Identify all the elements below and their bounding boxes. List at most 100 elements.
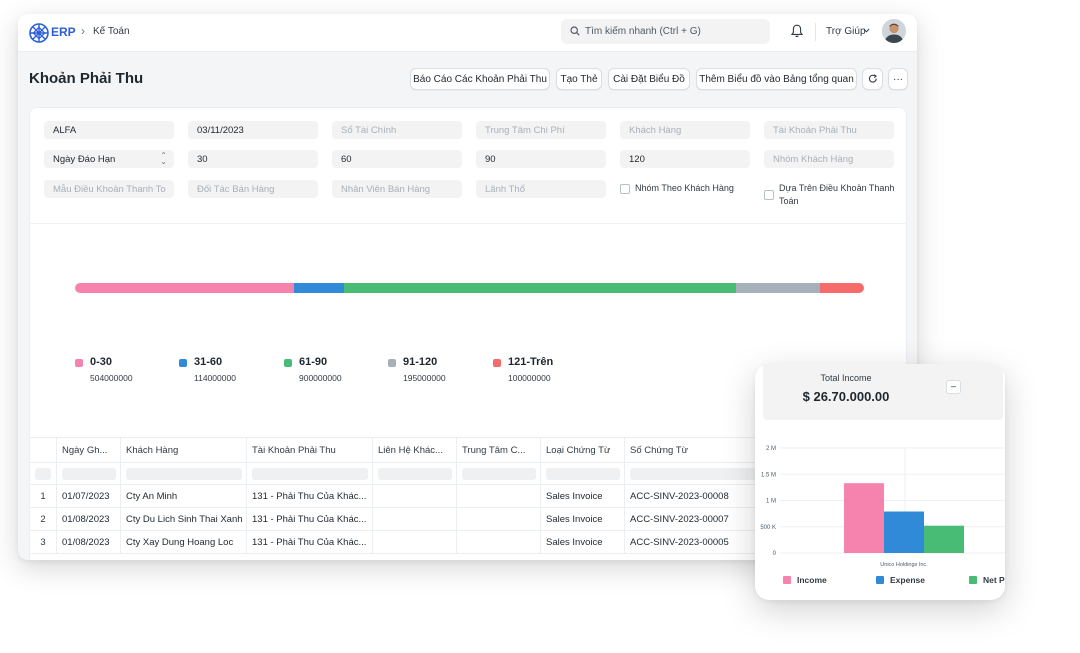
filter-cell xyxy=(372,463,456,485)
legend-color-swatch xyxy=(876,576,884,584)
ageing-segment[interactable] xyxy=(735,283,821,293)
income-chart-bar[interactable] xyxy=(924,525,964,553)
row-number-header xyxy=(30,438,56,464)
x-category-label: Unico Holdings Inc. xyxy=(880,562,928,568)
table-cell xyxy=(372,531,456,554)
filter-cell xyxy=(456,463,540,485)
ageing-segment[interactable] xyxy=(820,283,864,293)
legend-color-swatch xyxy=(75,359,83,367)
column-filter-input[interactable] xyxy=(62,468,116,480)
chevron-right-icon: › xyxy=(81,24,85,38)
y-tick-label: 2 M xyxy=(766,446,776,452)
legend-color-swatch xyxy=(969,576,977,584)
column-filter-input[interactable] xyxy=(35,468,51,480)
legend-value: 900000000 xyxy=(299,373,342,383)
table-row[interactable]: 2 01/08/2023 Cty Du Lich Sinh Thai Xanh 131… xyxy=(30,508,770,531)
refresh-button[interactable] xyxy=(862,68,883,90)
report-date-field[interactable]: 03/11/2023 xyxy=(188,121,318,139)
column-header[interactable]: Khách Hàng xyxy=(120,438,246,464)
sales-partner-field[interactable]: Đối Tác Bán Hàng xyxy=(188,180,318,198)
total-income-title: Total Income xyxy=(820,373,872,383)
table-cell: 2 xyxy=(40,514,46,525)
filters-divider xyxy=(30,223,906,224)
column-filter-input[interactable] xyxy=(378,468,452,480)
table-row[interactable]: 3 01/08/2023 Cty Xay Dung Hoang Loc 131 - P… xyxy=(30,531,770,554)
column-header[interactable]: Số Chứng Từ xyxy=(624,438,770,464)
based-on-payment-terms-checkbox[interactable] xyxy=(764,190,774,200)
chevron-down-icon[interactable] xyxy=(863,28,870,33)
income-chart-bar[interactable] xyxy=(844,483,884,553)
help-dropdown[interactable]: Trợ Giúp xyxy=(826,26,866,37)
income-legend-label: Income xyxy=(797,575,827,585)
breadcrumb[interactable]: Kế Toán xyxy=(93,26,130,37)
column-filter-input[interactable] xyxy=(546,468,620,480)
ageing-segment[interactable] xyxy=(343,283,736,293)
income-chart-bar[interactable] xyxy=(884,511,924,553)
table-cell: ACC-SINV-2023-00005 xyxy=(624,531,770,554)
add-to-dashboard-button[interactable]: Thêm Biểu đồ vào Bảng tổng quan xyxy=(696,68,857,90)
chart-settings-button[interactable]: Cài Đặt Biểu Đồ xyxy=(608,68,690,90)
table-cell: Sales Invoice xyxy=(540,508,624,531)
legend-label: 0-30 xyxy=(90,356,113,368)
table-cell: 131 - Phải Thu Của Khác... xyxy=(246,485,372,508)
finance-book-field[interactable]: Sổ Tài Chính xyxy=(332,121,462,139)
ageing-segment[interactable] xyxy=(294,283,344,293)
company-field[interactable]: ALFA xyxy=(44,121,174,139)
avatar[interactable] xyxy=(882,19,906,43)
search-bar[interactable]: Tìm kiếm nhanh (Ctrl + G) xyxy=(561,19,770,44)
logo-icon[interactable] xyxy=(29,23,49,43)
range-4-field[interactable]: 120 xyxy=(620,150,750,168)
range-2-field[interactable]: 60 xyxy=(332,150,462,168)
report-button[interactable]: Báo Cáo Các Khoản Phải Thu xyxy=(410,68,550,90)
table-cell: Cty An Minh xyxy=(120,485,246,508)
legend-color-swatch xyxy=(493,359,501,367)
ageing-segment[interactable] xyxy=(75,283,295,293)
total-income-amount: $ 26.70.000.00 xyxy=(802,389,890,404)
filter-cell xyxy=(246,463,372,485)
y-tick-label: 0 xyxy=(773,551,777,557)
create-card-button[interactable]: Tạo Thẻ xyxy=(556,68,602,90)
table-cell: Sales Invoice xyxy=(540,531,624,554)
logo-text[interactable]: ERP xyxy=(51,25,76,39)
income-legend-item: Income xyxy=(783,575,827,585)
column-filter-input[interactable] xyxy=(630,468,766,480)
range-3-field[interactable]: 90 xyxy=(476,150,606,168)
table-cell: 3 xyxy=(40,537,46,548)
table-cell: 131 - Phải Thu Của Khác... xyxy=(246,508,372,531)
cost-center-field[interactable]: Trung Tâm Chi Phí xyxy=(476,121,606,139)
table-cell xyxy=(456,531,540,554)
legend-value: 114000000 xyxy=(194,373,236,383)
customer-group-field[interactable]: Nhóm Khách Hàng xyxy=(764,150,894,168)
sales-person-field[interactable]: Nhân Viên Bán Hàng xyxy=(332,180,462,198)
column-filter-input[interactable] xyxy=(126,468,242,480)
column-header[interactable]: Liên Hệ Khác... xyxy=(372,438,456,464)
y-tick-label: 1.5 M xyxy=(761,472,776,478)
column-filter-input[interactable] xyxy=(462,468,536,480)
table-cell xyxy=(372,485,456,508)
territory-field[interactable]: Lãnh Thổ xyxy=(476,180,606,198)
column-header[interactable]: Loại Chứng Từ xyxy=(540,438,624,464)
collapse-button[interactable]: – xyxy=(946,380,961,394)
more-options-button[interactable]: ··· xyxy=(888,68,908,90)
column-header[interactable]: Ngày Gh... xyxy=(56,438,120,464)
search-input[interactable]: Tìm kiếm nhanh (Ctrl + G) xyxy=(585,26,701,37)
table-cell xyxy=(372,508,456,531)
filter-cell xyxy=(56,463,120,485)
table-cell: Sales Invoice xyxy=(540,485,624,508)
customer-field[interactable]: Khách Hàng xyxy=(620,121,750,139)
table-cell: 01/07/2023 xyxy=(56,485,120,508)
payment-terms-template-field[interactable]: Mẫu Điều Khoản Thanh To xyxy=(44,180,174,198)
range-1-field[interactable]: 30 xyxy=(188,150,318,168)
column-header[interactable]: Trung Tâm C... xyxy=(456,438,540,464)
table-row[interactable]: 1 01/07/2023 Cty An Minh 131 - Phải Thu Của… xyxy=(30,485,770,508)
ageing-based-on-select[interactable]: Ngày Đáo Hạn ⌃ ⌄ xyxy=(44,150,174,168)
bell-icon[interactable] xyxy=(791,24,803,38)
legend-color-swatch xyxy=(783,576,791,584)
table-filter-row xyxy=(30,463,770,485)
filter-cell xyxy=(624,463,770,485)
page-title: Khoản Phải Thu xyxy=(29,70,144,87)
column-filter-input[interactable] xyxy=(252,468,368,480)
receivable-account-field[interactable]: Tài Khoản Phải Thu xyxy=(764,121,894,139)
group-by-customer-checkbox[interactable] xyxy=(620,184,630,194)
column-header[interactable]: Tài Khoản Phải Thu xyxy=(246,438,372,464)
